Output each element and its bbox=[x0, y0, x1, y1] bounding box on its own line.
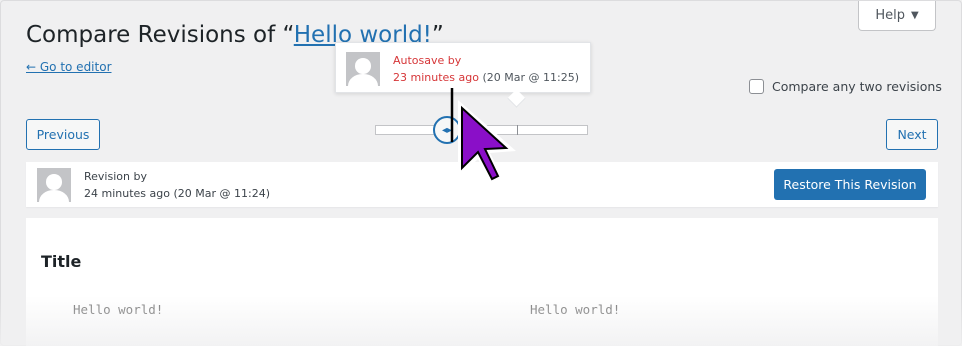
diff-right-value: Hello world! bbox=[530, 302, 621, 317]
go-to-editor-link[interactable]: ← Go to editor bbox=[26, 60, 112, 74]
previous-button[interactable]: Previous bbox=[26, 119, 100, 150]
help-label: Help bbox=[875, 8, 905, 23]
diff-panel: Title Hello world! Hello world! bbox=[26, 218, 938, 346]
avatar bbox=[346, 52, 380, 86]
mouse-cursor-icon bbox=[450, 88, 516, 182]
compare-any-checkbox[interactable] bbox=[749, 79, 764, 94]
restore-revision-button[interactable]: Restore This Revision bbox=[774, 169, 926, 200]
avatar bbox=[37, 168, 71, 202]
page-title-prefix: Compare Revisions of “ bbox=[26, 22, 294, 48]
diff-left-value: Hello world! bbox=[73, 302, 164, 317]
compare-any-label: Compare any two revisions bbox=[772, 79, 942, 94]
next-button[interactable]: Next bbox=[886, 119, 938, 150]
revision-time-line: 24 minutes ago (20 Mar @ 11:24) bbox=[84, 187, 270, 200]
tooltip-author-line: Autosave by bbox=[393, 54, 462, 67]
help-button[interactable]: Help ▼ bbox=[858, 1, 936, 31]
diff-field-title: Title bbox=[41, 252, 82, 271]
compare-any-toggle[interactable]: Compare any two revisions bbox=[749, 79, 942, 94]
revision-author-line: Revision by bbox=[84, 170, 147, 183]
caret-down-icon: ▼ bbox=[910, 10, 919, 21]
